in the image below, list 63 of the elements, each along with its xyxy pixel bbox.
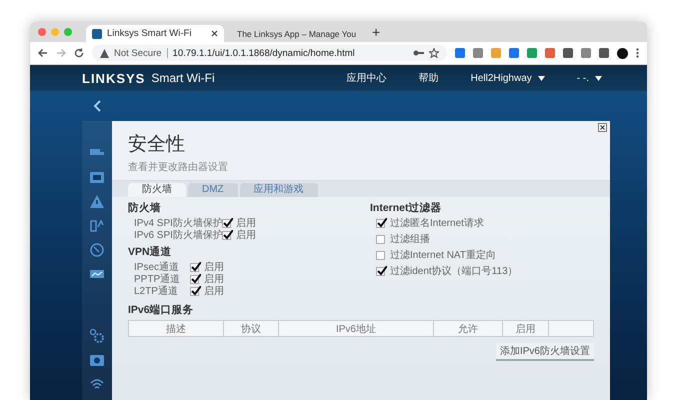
reload-icon[interactable] (74, 48, 84, 58)
filter-label: 过滤ident协议（端口号113） (390, 266, 518, 277)
option-label: 启用 (236, 230, 256, 241)
section-heading: VPN通道 (128, 246, 173, 259)
product-name: Smart Wi-Fi (151, 71, 215, 85)
warning-icon[interactable] (89, 194, 105, 210)
user-menu[interactable]: Hell2Highway (470, 72, 532, 84)
filter-label: 过滤Internet NAT重定向 (390, 250, 496, 261)
checkbox[interactable] (190, 275, 199, 284)
option-label: 启用 (204, 286, 224, 297)
checkbox[interactable] (222, 219, 231, 228)
close-icon[interactable] (211, 30, 218, 37)
checkbox[interactable] (376, 267, 385, 276)
caret-icon[interactable] (538, 76, 545, 80)
key-icon[interactable] (413, 49, 424, 57)
column-header: 启用 (502, 320, 548, 336)
setting-label: L2TP通道 (134, 286, 179, 297)
avatar-icon[interactable] (617, 48, 628, 58)
column-header: IPv6地址 (278, 320, 434, 336)
back-arrow-icon[interactable] (38, 48, 48, 58)
section-heading: IPv6端口服务 (128, 304, 195, 317)
new-tab-button[interactable]: + (372, 24, 380, 40)
nav-link[interactable]: 应用中心 (346, 71, 387, 85)
setting-label: IPsec通道 (134, 262, 180, 273)
option-label: 启用 (204, 274, 224, 285)
section-heading: 防火墙 (128, 202, 162, 215)
column-header: 允许 (434, 320, 502, 336)
close-icon[interactable] (598, 123, 607, 132)
warning-icon (100, 48, 109, 58)
page-title: 安全性 (128, 133, 186, 157)
filter-label: 过滤组播 (390, 234, 430, 245)
checkbox[interactable] (190, 263, 199, 272)
language-menu[interactable]: - -. (576, 72, 589, 84)
nav-link[interactable]: 帮助 (418, 71, 439, 85)
logo: LINKSYS (82, 70, 146, 86)
browser-tab[interactable]: The Linksys App – Manage You (226, 25, 364, 42)
menu-icon[interactable] (636, 48, 639, 58)
browser-tab[interactable]: Linksys Smart Wi-Fi (86, 25, 224, 42)
camera-icon[interactable] (89, 352, 105, 368)
url-text: 10.79.1.1/ui/1.0.1.1868/dynamic/home.html (172, 48, 355, 58)
star-icon[interactable] (429, 48, 439, 58)
add-rule-button[interactable]: 添加IPv6防火墙设置 (496, 343, 594, 361)
column-header: 协议 (224, 320, 278, 336)
checkbox[interactable] (222, 231, 231, 240)
setting-label: PPTP通道 (134, 274, 182, 285)
back-chevron-icon[interactable] (93, 100, 101, 112)
address-bar[interactable]: Not Secure 10.79.1.1/ui/1.0.1.1868/dynamic/home.html (92, 45, 447, 61)
option-label: 启用 (204, 262, 224, 273)
tab[interactable]: 防火墙 (128, 183, 186, 197)
caret-icon[interactable] (595, 76, 602, 80)
gears-icon[interactable] (89, 328, 105, 344)
filter-label: 过滤匿名Internet请求 (390, 218, 484, 229)
checkbox[interactable] (376, 235, 385, 244)
option-label: 启用 (236, 218, 256, 229)
page-subtitle: 查看并更改路由器设置 (128, 160, 229, 174)
checkbox[interactable] (376, 251, 385, 260)
checkbox[interactable] (376, 219, 385, 228)
section-heading: Internet过滤器 (370, 202, 443, 215)
column-header: 描述 (128, 320, 224, 336)
column-header (548, 320, 594, 336)
security-label: Not Secure (114, 48, 162, 58)
favicon-icon (92, 28, 102, 38)
checkbox[interactable] (190, 287, 199, 296)
